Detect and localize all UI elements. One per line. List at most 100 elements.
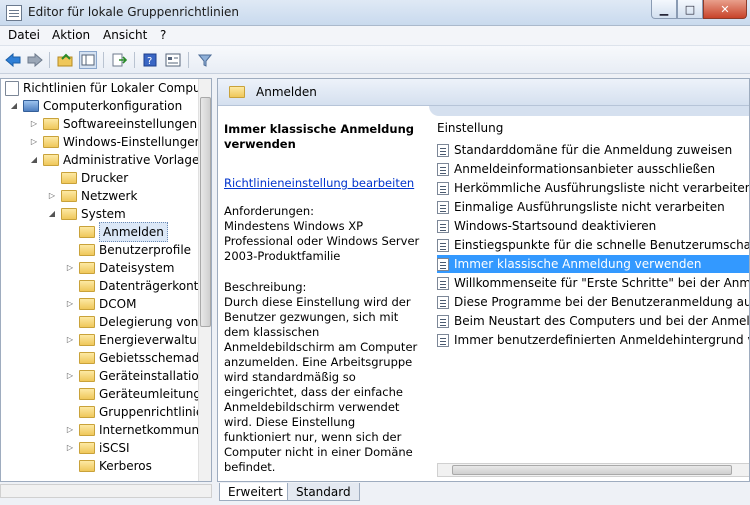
policy-icon [437,219,449,233]
expanded-arrow-icon[interactable]: ◢ [47,205,57,223]
tree-item[interactable]: Drucker [47,169,128,187]
scroll-thumb[interactable] [200,97,211,327]
tree-item[interactable]: ◢ System [47,205,126,223]
properties-icon[interactable] [164,51,182,69]
folder-icon [79,424,95,436]
tree-item[interactable]: ▷ Geräteinstallation [65,367,206,385]
tree-item[interactable]: Gruppenrichtlinie [65,403,203,421]
tree-item[interactable]: ◢ Administrative Vorlagen [29,151,207,169]
column-header-setting[interactable]: Einstellung [437,121,503,135]
folder-icon [79,316,95,328]
folder-icon [79,334,95,346]
tree-item[interactable]: Datenträgerkontin [65,277,209,295]
view-tabs: Erweitert Standard [217,482,750,505]
tree-item[interactable]: ◢ Computerkonfiguration [9,97,182,115]
tree-item[interactable]: ▷ Internetkommuni [65,421,203,439]
tree-item[interactable]: ▷ Softwareeinstellungen [29,115,197,133]
list-item[interactable]: Standarddomäne für die Anmeldung zuweise… [437,141,749,159]
detail-pane: Anmelden Immer klassische Anmeldung verw… [217,78,750,482]
folder-icon [79,262,95,274]
up-folder-icon[interactable] [56,51,74,69]
tree-item[interactable]: Kerberos [65,457,152,475]
list-item[interactable]: Anmeldeinformationsanbieter ausschließen [437,160,749,178]
tree-item[interactable]: Gebietsschemadie [65,349,210,367]
tree-item[interactable]: ▷ Netzwerk [47,187,138,205]
requirements-label: Anforderungen: [224,204,314,218]
filter-icon[interactable] [196,51,214,69]
folder-icon [79,388,95,400]
description-label: Beschreibung: [224,280,307,294]
collapsed-arrow-icon[interactable]: ▷ [65,439,75,457]
tab-standard[interactable]: Standard [287,483,360,501]
list-item[interactable]: Beim Neustart des Computers und bei der … [437,312,749,330]
minimize-button[interactable]: ▁ [651,0,677,19]
tree-item[interactable]: Richtlinien für Lokaler Computer [5,79,211,97]
policy-icon [437,200,449,214]
expanded-arrow-icon[interactable]: ◢ [29,151,39,169]
tree-item[interactable]: ▷ Energieverwaltung [65,331,211,349]
tree-item[interactable]: Geräteumleitung [65,385,201,403]
list-item[interactable]: Einstiegspunkte für die schnelle Benutze… [437,236,749,254]
policy-icon [437,333,449,347]
scroll-thumb[interactable] [452,465,732,475]
list-horizontal-scrollbar[interactable] [437,463,749,477]
folder-icon [79,460,95,472]
menu-help[interactable]: ? [160,28,166,42]
list-item[interactable]: Einmalige Ausführungsliste nicht verarbe… [437,198,749,216]
policy-icon [437,162,449,176]
settings-list: Einstellung Standarddomäne für die Anmel… [429,106,749,481]
tree-item[interactable]: ▷ DCOM [65,295,137,313]
collapsed-arrow-icon[interactable]: ▷ [65,259,75,277]
folder-icon [43,154,59,166]
collapsed-arrow-icon[interactable]: ▷ [47,187,57,205]
show-hide-tree-icon[interactable] [79,51,97,69]
list-item-selected[interactable]: Immer klassische Anmeldung verwenden [437,255,749,273]
export-list-icon[interactable] [110,51,128,69]
folder-icon [79,406,95,418]
tree-item[interactable]: ▷ Windows-Einstellungen [29,133,202,151]
help-icon[interactable]: ? [141,51,159,69]
description-panel: Immer klassische Anmeldung verwenden Ric… [218,106,428,481]
list-item[interactable]: Immer benutzerdefinierten Anmeldehinterg… [437,331,749,349]
collapsed-arrow-icon[interactable]: ▷ [65,295,75,313]
menu-bar: Datei Aktion Ansicht ? [0,26,750,46]
collapsed-arrow-icon[interactable]: ▷ [65,421,75,439]
requirements-text: Mindestens Windows XP Professional oder … [224,219,420,263]
tree-item[interactable]: ▷ iSCSI [65,439,130,457]
window-title: Editor für lokale Gruppenrichtlinien [28,5,240,19]
folder-icon [79,298,95,310]
pane-header: Anmelden [218,79,749,106]
collapsed-arrow-icon[interactable]: ▷ [65,367,75,385]
tree-item[interactable]: Delegierung von A [65,313,210,331]
close-button[interactable]: ✕ [703,0,747,19]
setting-title: Immer klassische Anmeldung verwenden [224,122,415,151]
navigation-tree: Richtlinien für Lokaler Computer ◢ Comput… [0,78,212,482]
tab-erweitert[interactable]: Erweitert [219,483,292,501]
list-item[interactable]: Diese Programme bei der Benutzeranmeldun… [437,293,749,311]
back-arrow-icon[interactable] [4,51,22,69]
collapsed-arrow-icon[interactable]: ▷ [65,331,75,349]
svg-text:?: ? [147,56,152,67]
expanded-arrow-icon[interactable]: ◢ [9,97,19,115]
tree-item-anmelden[interactable]: Anmelden [65,222,168,242]
list-item[interactable]: Willkommenseite für "Erste Schritte" bei… [437,274,749,292]
collapsed-arrow-icon[interactable]: ▷ [29,133,39,151]
title-bar: Editor für lokale Gruppenrichtlinien ▁ □… [0,0,750,26]
folder-icon [43,136,59,148]
menu-datei[interactable]: Datei [8,28,40,42]
list-item[interactable]: Windows-Startsound deaktivieren [437,217,749,235]
menu-aktion[interactable]: Aktion [52,28,90,42]
tree-vertical-scrollbar[interactable] [198,79,211,481]
edit-policy-link[interactable]: Richtlinieneinstellung bearbeiten [224,176,422,190]
folder-icon [61,190,77,202]
list-item[interactable]: Herkömmliche Ausführungsliste nicht vera… [437,179,749,197]
tree-item[interactable]: ▷ Dateisystem [65,259,174,277]
menu-ansicht[interactable]: Ansicht [103,28,147,42]
maximize-button[interactable]: □ [677,0,703,19]
open-folder-icon [79,226,95,238]
tree-horizontal-scrollbar[interactable] [0,484,212,498]
forward-arrow-icon[interactable] [26,51,44,69]
tree-item[interactable]: Benutzerprofile [65,241,191,259]
collapsed-arrow-icon[interactable]: ▷ [29,115,39,133]
folder-icon [229,86,245,98]
